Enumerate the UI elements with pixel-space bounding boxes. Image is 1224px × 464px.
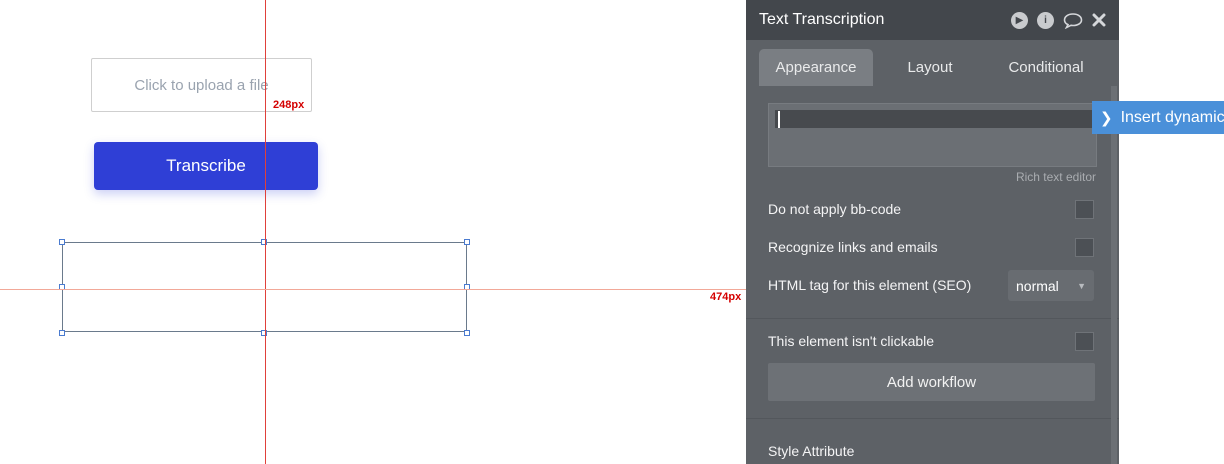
html-tag-select[interactable]: normal ▼ <box>1008 270 1094 301</box>
tab-conditional-label: Conditional <box>1008 59 1084 76</box>
comment-icon[interactable] <box>1063 12 1083 29</box>
tab-appearance[interactable]: Appearance <box>759 49 873 86</box>
no-bbcode-checkbox[interactable] <box>1075 200 1094 219</box>
tab-layout[interactable]: Layout <box>873 49 987 86</box>
resize-handle-se[interactable] <box>464 330 470 336</box>
insert-dynamic-data-label: Insert dynamic data <box>1120 108 1224 126</box>
tab-conditional[interactable]: Conditional <box>987 49 1105 86</box>
add-workflow-button[interactable]: Add workflow <box>768 363 1095 401</box>
recognize-links-checkbox[interactable] <box>1075 238 1094 257</box>
editor-canvas[interactable]: Click to upload a file Transcribe 248px … <box>0 0 746 464</box>
resize-handle-ne[interactable] <box>464 239 470 245</box>
vertical-guide-distance: 248px <box>273 99 305 111</box>
play-icon[interactable]: ▶ <box>1011 11 1028 29</box>
horizontal-guide-distance: 474px <box>710 291 742 303</box>
section-divider <box>746 418 1119 419</box>
chevron-down-icon: ▼ <box>1077 280 1086 291</box>
panel-title: Text Transcription <box>759 11 885 28</box>
html-tag-value: normal <box>1016 277 1059 294</box>
panel-scrollbar[interactable] <box>1111 86 1117 464</box>
panel-tabs: Appearance Layout Conditional <box>746 40 1119 86</box>
chevron-right-icon: ❯ <box>1100 109 1113 127</box>
close-icon[interactable] <box>1092 13 1106 27</box>
not-clickable-checkbox[interactable] <box>1075 332 1094 351</box>
tab-layout-label: Layout <box>907 59 953 76</box>
style-attribute-label: Style Attribute <box>768 443 855 459</box>
not-clickable-label: This element isn't clickable <box>768 333 935 349</box>
info-icon[interactable]: i <box>1037 11 1054 29</box>
resize-handle-s[interactable] <box>261 330 267 336</box>
html-tag-label: HTML tag for this element (SEO) <box>768 277 972 293</box>
section-divider <box>746 318 1119 319</box>
text-caret <box>778 111 780 128</box>
resize-handle-nw[interactable] <box>59 239 65 245</box>
tab-appearance-label: Appearance <box>775 59 857 76</box>
panel-header[interactable]: Text Transcription ▶ i <box>746 0 1119 40</box>
recognize-links-label: Recognize links and emails <box>768 239 938 255</box>
no-bbcode-label: Do not apply bb-code <box>768 201 902 217</box>
insert-dynamic-data-button[interactable]: ❯ Insert dynamic data <box>1092 101 1224 134</box>
property-editor-panel: Text Transcription ▶ i Appearance Layout… <box>746 0 1119 464</box>
transcribe-button[interactable]: Transcribe <box>94 142 318 190</box>
add-workflow-label: Add workflow <box>886 373 977 391</box>
transcribe-button-label: Transcribe <box>166 156 246 175</box>
resize-handle-n[interactable] <box>261 239 267 245</box>
vertical-guide-line <box>265 0 266 464</box>
upload-placeholder: Click to upload a file <box>134 76 269 94</box>
rich-text-editor[interactable] <box>768 103 1097 167</box>
resize-handle-sw[interactable] <box>59 330 65 336</box>
rich-text-input-line[interactable] <box>775 110 1097 128</box>
horizontal-guide-line <box>0 289 746 290</box>
rich-text-editor-link[interactable]: Rich text editor <box>1016 170 1096 184</box>
